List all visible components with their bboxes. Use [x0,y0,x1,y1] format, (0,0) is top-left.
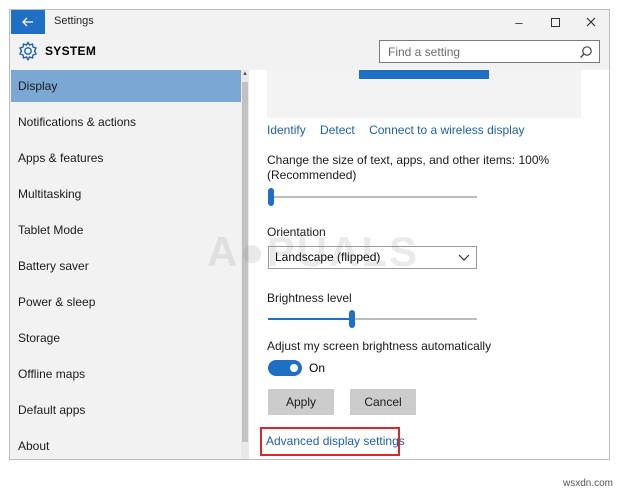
toggle-knob [290,364,298,372]
back-button[interactable] [11,10,45,34]
size-slider-thumb[interactable] [268,188,274,206]
sidebar-item-offline-maps[interactable]: Offline maps [11,358,241,390]
apply-button[interactable]: Apply [268,389,334,415]
size-slider-track[interactable] [268,196,477,198]
size-label: Change the size of text, apps, and other… [267,153,550,167]
back-arrow-icon [22,17,33,27]
section-title: SYSTEM [45,44,97,58]
sidebar-item-power-sleep[interactable]: Power & sleep [11,286,241,318]
auto-brightness-toggle[interactable] [268,360,302,376]
identify-link[interactable]: Identify [267,123,306,137]
window-title: Settings [54,15,94,27]
scroll-up-icon[interactable]: ▲ [242,71,248,77]
sidebar-item-apps[interactable]: Apps & features [11,142,241,174]
gear-icon [19,41,37,61]
watermark-site: wsxdn.com [563,478,614,489]
search-icon[interactable] [579,45,593,59]
auto-brightness-label: Adjust my screen brightness automaticall… [267,339,492,353]
sidebar-item-notifications[interactable]: Notifications & actions [11,106,241,138]
toggle-state-label: On [309,361,326,375]
sidebar-item-about[interactable]: About [11,430,241,462]
sidebar-item-multitasking[interactable]: Multitasking [11,178,241,210]
close-button[interactable] [573,10,609,34]
minimize-icon: – [515,14,523,30]
maximize-icon [550,17,560,27]
wireless-display-link[interactable]: Connect to a wireless display [369,123,524,137]
detect-link[interactable]: Detect [320,123,355,137]
brightness-slider-track[interactable] [268,318,477,320]
display-preview [267,70,581,118]
chevron-down-icon [458,254,470,261]
display-links: Identify Detect Connect to a wireless di… [267,123,536,137]
minimize-button[interactable]: – [501,10,537,34]
brightness-slider-fill [268,318,350,320]
highlight-box [260,427,400,456]
search-input[interactable] [380,41,575,62]
sidebar-item-default-apps[interactable]: Default apps [11,394,241,426]
sidebar-item-display[interactable]: Display [11,70,241,102]
monitor-preview[interactable] [359,70,489,79]
maximize-button[interactable] [537,10,573,34]
title-bar: Settings – [10,10,609,34]
watermark-logo: A●PUALS [207,228,420,275]
close-icon [586,17,596,27]
size-label-recommended: (Recommended) [267,168,357,182]
brightness-slider-thumb[interactable] [349,310,356,328]
brightness-label: Brightness level [267,291,352,305]
cancel-button[interactable]: Cancel [350,389,416,415]
search-box[interactable] [379,40,600,63]
sidebar-item-storage[interactable]: Storage [11,322,241,354]
